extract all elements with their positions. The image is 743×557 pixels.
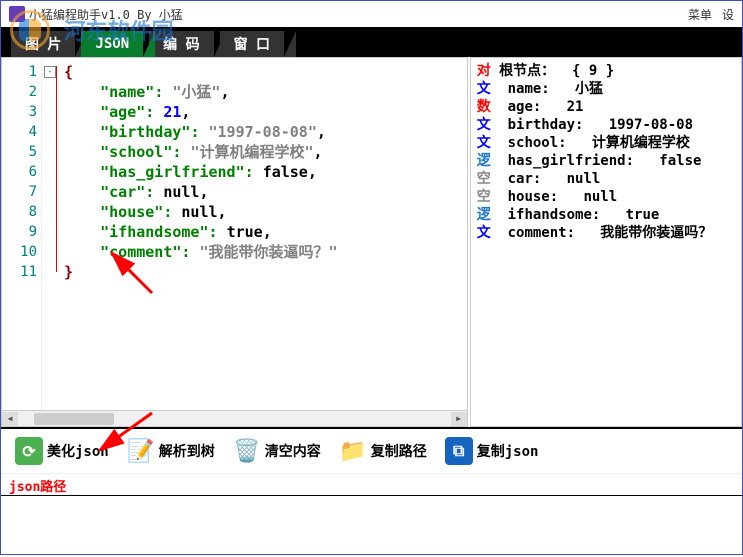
tab-encode[interactable]: 编 码 xyxy=(149,31,213,57)
tree-view-pane: 对 根节点： { 9 }文 name: 小猛数 age: 21文 birthda… xyxy=(470,57,742,427)
line-gutter: 1234567891011 xyxy=(2,58,42,410)
tree-row[interactable]: 空 house: null xyxy=(477,188,735,206)
titlebar: 小猛编程助手v1.0 By 小猛 菜单 设 xyxy=(1,1,742,27)
menu-settings[interactable]: 设 xyxy=(722,6,734,23)
tree-row[interactable]: 文 school: 计算机编程学校 xyxy=(477,134,735,152)
trash-icon: 🗑️ xyxy=(233,437,261,465)
tree-row[interactable]: 逻 has_girlfriend: false xyxy=(477,152,735,170)
scroll-right-icon[interactable]: ▶ xyxy=(451,412,467,426)
tree-row[interactable]: 逻 ifhandsome: true xyxy=(477,206,735,224)
tree-row[interactable]: 文 birthday: 1997-08-08 xyxy=(477,116,735,134)
copy-path-button[interactable]: 📁 复制路径 xyxy=(333,435,433,467)
tree-row[interactable]: 空 car: null xyxy=(477,170,735,188)
annotation-arrow-1 xyxy=(102,248,162,298)
tabbar: 图 片 JSON 编 码 窗 口 xyxy=(1,27,742,57)
json-path-label: json路径 xyxy=(9,480,66,495)
app-icon xyxy=(9,6,25,22)
menu-main[interactable]: 菜单 xyxy=(688,6,712,23)
refresh-icon: ⟳ xyxy=(15,437,43,465)
tree-row[interactable]: 对 根节点： { 9 } xyxy=(477,62,735,80)
tree-row[interactable]: 数 age: 21 xyxy=(477,98,735,116)
tree-row[interactable]: 文 comment: 我能带你装逼吗？ xyxy=(477,224,735,242)
json-path-bar: json路径 xyxy=(1,473,742,495)
fold-toggle-icon[interactable]: - xyxy=(44,66,56,78)
copy-json-button[interactable]: ⧉ 复制json xyxy=(439,435,545,467)
code-editor[interactable]: 1234567891011 - { "name": "小猛", "age": 2… xyxy=(2,58,467,410)
tab-window[interactable]: 窗 口 xyxy=(220,31,284,57)
folder-icon: 📁 xyxy=(339,437,367,465)
horizontal-scrollbar[interactable]: ◀ ▶ xyxy=(2,410,467,426)
annotation-arrow-2 xyxy=(92,408,162,458)
scroll-left-icon[interactable]: ◀ xyxy=(2,412,18,426)
clear-button[interactable]: 🗑️ 清空内容 xyxy=(227,435,327,467)
code-content[interactable]: { "name": "小猛", "age": 21, "birthday": "… xyxy=(58,58,467,410)
tab-json[interactable]: JSON xyxy=(81,31,143,57)
statusbar xyxy=(1,495,742,535)
code-editor-pane: 1234567891011 - { "name": "小猛", "age": 2… xyxy=(1,57,468,427)
copy-icon: ⧉ xyxy=(445,437,473,465)
window-title: 小猛编程助手v1.0 By 小猛 xyxy=(29,6,678,23)
tab-image[interactable]: 图 片 xyxy=(11,31,75,57)
fold-guide-line xyxy=(56,66,57,272)
tree-row[interactable]: 文 name: 小猛 xyxy=(477,80,735,98)
